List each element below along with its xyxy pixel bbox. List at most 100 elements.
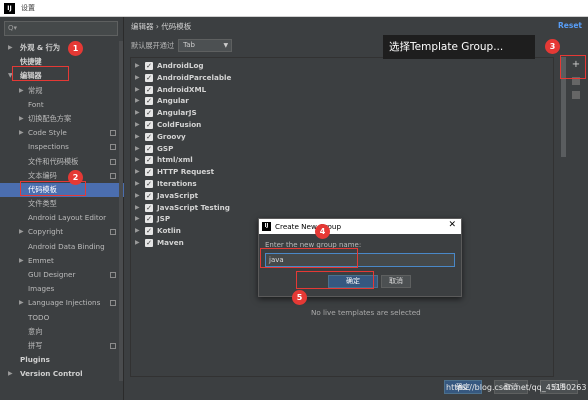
group-checkbox[interactable]: ✓ <box>145 179 153 188</box>
template-group-row[interactable]: ▶ ✓ HTTP Request <box>131 166 231 178</box>
sidebar-item[interactable]: ▶ Version Control <box>0 367 124 381</box>
chevron-right-icon[interactable]: ▶ <box>135 225 140 237</box>
chevron-right-icon[interactable]: ▶ <box>135 95 140 107</box>
template-group-row[interactable]: ▶ ✓ AndroidXML <box>131 84 231 96</box>
sidebar-item[interactable]: 意向 <box>0 325 124 339</box>
chevron-right-icon[interactable]: ▶ <box>135 107 140 119</box>
chevron-right-icon[interactable]: ▶ <box>135 143 140 155</box>
group-checkbox[interactable]: ✓ <box>145 168 153 177</box>
sidebar-item[interactable]: ▶ 切换配色方案 <box>0 112 124 126</box>
template-group-row[interactable]: ▶ ✓ JavaScript Testing <box>131 202 231 214</box>
chevron-right-icon[interactable]: ▶ <box>19 296 24 310</box>
sidebar-item[interactable]: ▶ Code Style <box>0 126 124 140</box>
reset-link[interactable]: Reset <box>558 21 582 30</box>
close-icon[interactable]: ✕ <box>448 220 456 230</box>
sidebar-item[interactable]: ▶ Language Injections <box>0 296 124 310</box>
restore-icon[interactable] <box>572 91 580 99</box>
expand-with-row: 默认展开通过 Tab ▼ <box>131 39 233 52</box>
sidebar-item[interactable]: Inspections <box>0 140 124 154</box>
sidebar-item[interactable]: 拼写 <box>0 339 124 353</box>
chevron-right-icon[interactable]: ▶ <box>8 367 13 381</box>
sidebar-item[interactable]: 文件和代码模板 <box>0 155 124 169</box>
sidebar-item[interactable]: TODO <box>0 311 124 325</box>
project-scope-icon <box>110 130 116 137</box>
template-group-row[interactable]: ▶ ✓ Angular <box>131 95 231 107</box>
project-scope-icon <box>110 272 116 278</box>
group-checkbox[interactable]: ✓ <box>145 203 153 212</box>
group-checkbox[interactable]: ✓ <box>145 109 153 118</box>
chevron-right-icon[interactable]: ▶ <box>135 60 140 72</box>
highlight-box-ok <box>296 271 374 289</box>
chevron-right-icon[interactable]: ▶ <box>135 154 140 166</box>
template-group-row[interactable]: ▶ ✓ Kotlin <box>131 225 231 237</box>
sidebar-item[interactable]: Font <box>0 98 124 112</box>
template-group-row[interactable]: ▶ ✓ AngularJS <box>131 107 231 119</box>
sidebar-item[interactable]: ▶ 常规 <box>0 84 124 98</box>
sidebar-item-label: 常规 <box>28 85 43 95</box>
breadcrumb: 编辑器 › 代码模板 <box>131 22 192 31</box>
template-group-row[interactable]: ▶ ✓ JSP <box>131 213 231 225</box>
group-checkbox[interactable]: ✓ <box>145 238 153 247</box>
template-group-row[interactable]: ▶ ✓ html/xml <box>131 154 231 166</box>
chevron-right-icon[interactable]: ▶ <box>19 112 24 126</box>
sidebar-item-label: 文件类型 <box>28 199 57 209</box>
sidebar-item[interactable]: ▶ 外观 & 行为 <box>0 41 124 55</box>
template-group-label: Maven <box>157 237 184 247</box>
chevron-right-icon[interactable]: ▶ <box>135 178 140 190</box>
group-checkbox[interactable]: ✓ <box>145 227 153 236</box>
template-group-row[interactable]: ▶ ✓ Maven <box>131 237 231 249</box>
project-scope-icon <box>110 342 116 349</box>
chevron-right-icon[interactable]: ▶ <box>135 131 140 143</box>
chevron-right-icon[interactable]: ▶ <box>135 237 140 249</box>
group-checkbox[interactable]: ✓ <box>145 120 153 129</box>
chevron-down-icon: ▼ <box>223 42 229 49</box>
intellij-app-icon: IJ <box>262 222 271 231</box>
settings-search-input[interactable]: Q▾ <box>4 21 118 36</box>
chevron-right-icon[interactable]: ▶ <box>135 119 140 131</box>
sidebar-item[interactable]: Plugins <box>0 353 124 367</box>
sidebar-item[interactable]: ▶ Emmet <box>0 254 124 268</box>
template-group-row[interactable]: ▶ ✓ ColdFusion <box>131 119 231 131</box>
dialog-titlebar: IJ Create New Group ✕ <box>259 219 461 234</box>
template-group-row[interactable]: ▶ ✓ Groovy <box>131 131 231 143</box>
group-checkbox[interactable]: ✓ <box>145 62 153 70</box>
group-checkbox[interactable]: ✓ <box>145 215 153 224</box>
chevron-right-icon[interactable]: ▶ <box>19 225 24 239</box>
group-checkbox[interactable]: ✓ <box>145 156 153 165</box>
sidebar-item[interactable]: Android Data Binding <box>0 240 124 254</box>
sidebar-item[interactable]: Android Layout Editor <box>0 211 124 225</box>
template-group-row[interactable]: ▶ ✓ JavaScript <box>131 190 231 202</box>
chevron-right-icon[interactable]: ▶ <box>19 254 24 268</box>
chevron-right-icon[interactable]: ▶ <box>8 41 13 55</box>
sidebar-item-label: Android Data Binding <box>28 241 105 251</box>
group-checkbox[interactable]: ✓ <box>145 97 153 106</box>
chevron-right-icon[interactable]: ▶ <box>135 213 140 225</box>
sidebar-scrollbar[interactable] <box>119 41 123 381</box>
sidebar-item[interactable]: Images <box>0 282 124 296</box>
chevron-right-icon[interactable]: ▶ <box>135 190 140 202</box>
project-scope-icon <box>110 158 116 165</box>
template-group-label: ColdFusion <box>157 119 202 129</box>
chevron-right-icon[interactable]: ▶ <box>135 166 140 178</box>
group-checkbox[interactable]: ✓ <box>145 191 153 200</box>
template-group-row[interactable]: ▶ ✓ GSP <box>131 143 231 155</box>
chevron-right-icon[interactable]: ▶ <box>135 72 140 84</box>
sidebar-item[interactable]: 文件类型 <box>0 197 124 211</box>
chevron-right-icon[interactable]: ▶ <box>19 84 24 98</box>
dialog-cancel-button[interactable]: 取消 <box>381 275 411 288</box>
sidebar-item[interactable]: GUI Designer <box>0 268 124 282</box>
chevron-right-icon[interactable]: ▶ <box>135 84 140 96</box>
group-checkbox[interactable]: ✓ <box>145 73 153 82</box>
sidebar-item[interactable]: ▶ Copyright <box>0 225 124 239</box>
highlight-box-add <box>560 55 586 79</box>
group-checkbox[interactable]: ✓ <box>145 144 153 153</box>
chevron-right-icon[interactable]: ▶ <box>19 126 24 140</box>
group-checkbox[interactable]: ✓ <box>145 85 153 94</box>
chevron-right-icon[interactable]: ▶ <box>135 202 140 214</box>
template-group-row[interactable]: ▶ ✓ AndroidLog <box>131 60 231 72</box>
template-group-row[interactable]: ▶ ✓ Iterations <box>131 178 231 190</box>
expand-with-select[interactable]: Tab ▼ <box>178 39 233 52</box>
group-checkbox[interactable]: ✓ <box>145 132 153 141</box>
template-group-label: Iterations <box>157 178 197 188</box>
template-group-row[interactable]: ▶ ✓ AndroidParcelable <box>131 72 231 84</box>
